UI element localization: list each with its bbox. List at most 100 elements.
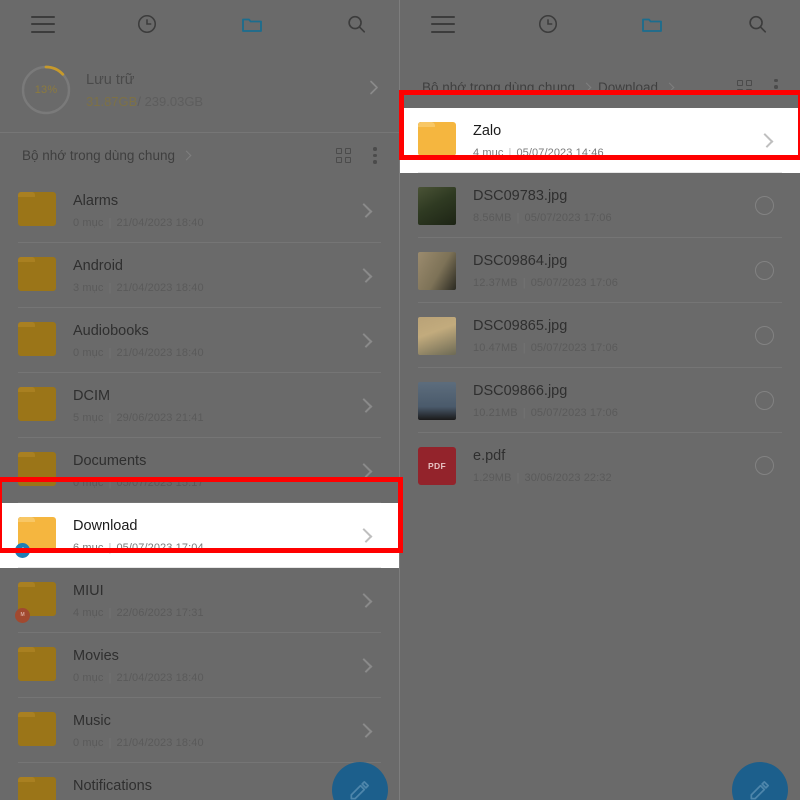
grid-view-icon[interactable] [336,148,351,163]
file-subtitle: 4 mục | 22/06/2023 17:31 [73,607,204,620]
select-checkbox[interactable] [755,196,774,215]
hamburger-icon[interactable] [20,1,66,47]
breadcrumb-item-root[interactable]: Bộ nhớ trong dùng chung [422,80,575,95]
download-badge-icon [15,542,30,558]
list-item[interactable]: DCIM 5 mục | 29/06/2023 21:41 [0,373,399,438]
file-name: DCIM [73,387,111,404]
file-name: e.pdf [473,447,506,464]
storage-text: Lưu trữ 31.87GB/ 239.03GB [86,71,203,110]
chevron-right-icon [357,268,373,283]
item-count: 4 mục [73,607,104,620]
list-item-download[interactable]: Download 6 mục | 05/07/2023 17:04 [0,503,399,568]
file-name: DSC09783.jpg [473,187,568,204]
item-date: 05/07/2023 17:06 [524,212,612,225]
file-name: Music [73,712,111,729]
list-item[interactable]: DSC09865.jpg 10.47MB | 05/07/2023 17:06 [400,303,800,368]
file-name: Android [73,257,123,274]
chevron-right-icon [357,593,373,608]
file-size: 12.37MB [473,277,518,290]
pdf-file-icon: PDF [418,446,456,485]
list-item[interactable]: PDF e.pdf 1.29MB | 30/06/2023 22:32 [400,433,800,498]
chevron-right-icon [357,528,373,543]
item-date: 05/07/2023 17:06 [530,342,618,355]
storage-total-sep: / [137,94,145,110]
list-item[interactable]: M MIUI 4 mục | 22/06/2023 17:31 [0,568,399,633]
list-item-meta: Documents 0 mục | 05/07/2023 15:17 [73,452,359,489]
clock-icon[interactable] [124,1,170,47]
file-name: Audiobooks [73,322,149,339]
file-subtitle: 4 mục | 05/07/2023 14:46 [473,147,604,160]
search-icon[interactable] [734,1,780,47]
select-checkbox[interactable] [755,456,774,475]
list-item-meta: DCIM 5 mục | 29/06/2023 21:41 [73,387,359,424]
folder-icon [18,321,56,360]
file-subtitle: 0 mục | 21/04/2023 18:40 [73,217,204,230]
chevron-right-icon [357,398,373,413]
storage-usage: 31.87GB/ 239.03GB [86,94,203,109]
list-item[interactable]: DSC09864.jpg 12.37MB | 05/07/2023 17:06 [400,238,800,303]
folder-icon[interactable] [629,1,675,47]
item-date: 21/04/2023 18:40 [116,672,204,685]
list-item[interactable]: Audiobooks 0 mục | 21/04/2023 18:40 [0,308,399,373]
clock-icon[interactable] [525,1,571,47]
item-count: 0 mục [73,737,104,750]
folder-icon [18,711,56,750]
overflow-menu-icon[interactable] [774,78,778,96]
file-name: Download [73,517,138,534]
folder-icon [18,256,56,295]
item-date: 05/07/2023 14:46 [516,147,604,160]
select-checkbox[interactable] [755,326,774,345]
list-item[interactable]: Documents 0 mục | 05/07/2023 15:17 [0,438,399,503]
list-item[interactable]: DSC09783.jpg 8.56MB | 05/07/2023 17:06 [400,173,800,238]
list-item-meta: Android 3 mục | 21/04/2023 18:40 [73,257,359,294]
item-count: 0 mục [73,672,104,685]
grid-view-icon[interactable] [737,79,752,95]
item-count: 0 mục [73,477,104,490]
storage-card[interactable]: 13% Lưu trữ 31.87GB/ 239.03GB [0,48,399,133]
item-count: 6 mục [73,542,104,555]
storage-percent: 13% [34,84,58,96]
right-panel: Bộ nhớ trong dùng chung Download Zalo 4 … [400,0,800,800]
chevron-right-icon [758,133,774,148]
file-subtitle: 10.47MB | 05/07/2023 17:06 [473,342,618,355]
list-item-meta: DSC09866.jpg 10.21MB | 05/07/2023 17:06 [473,382,755,419]
search-icon[interactable] [333,1,379,47]
list-item[interactable]: DSC09866.jpg 10.21MB | 05/07/2023 17:06 [400,368,800,433]
folder-icon [18,646,56,685]
file-subtitle: 0 mục | 21/04/2023 18:40 [73,347,204,360]
file-size: 10.21MB [473,407,518,420]
item-date: 30/06/2023 22:32 [524,472,612,485]
file-name: DSC09864.jpg [473,252,568,269]
right-file-list: Zalo 4 mục | 05/07/2023 14:46 DSC09783.jpg… [400,108,800,498]
list-item-meta: Zalo 4 mục | 05/07/2023 14:46 [473,122,760,159]
list-item[interactable]: Music 0 mục | 21/04/2023 18:40 [0,698,399,763]
breadcrumb-item-download[interactable]: Download [598,80,658,95]
file-subtitle: 0 mục | 05/07/2023 15:17 [73,477,204,490]
storage-title: Lưu trữ [86,71,135,88]
list-item[interactable]: Android 3 mục | 21/04/2023 18:40 [0,243,399,308]
breadcrumb-item-root[interactable]: Bộ nhớ trong dùng chung [22,148,175,163]
overflow-menu-icon[interactable] [373,147,377,164]
select-checkbox[interactable] [755,261,774,280]
list-item-meta: MIUI 4 mục | 22/06/2023 17:31 [73,582,359,619]
edit-fab-button[interactable] [732,762,788,800]
hamburger-icon[interactable] [420,1,466,47]
file-subtitle: 3 mục | 21/04/2023 18:40 [73,282,204,295]
select-checkbox[interactable] [755,391,774,410]
list-item-meta: DSC09865.jpg 10.47MB | 05/07/2023 17:06 [473,317,755,354]
chevron-right-icon [357,723,373,738]
left-file-list: Alarms 0 mục | 21/04/2023 18:40 Android 3 … [0,178,399,800]
list-item-zalo[interactable]: Zalo 4 mục | 05/07/2023 14:46 [400,108,800,173]
list-item-meta: Music 0 mục | 21/04/2023 18:40 [73,712,359,749]
file-name: Notifications [73,777,152,794]
list-item[interactable]: Alarms 0 mục | 21/04/2023 18:40 [0,178,399,243]
file-subtitle: 6 mục | 05/07/2023 17:04 [73,542,204,555]
item-date: 21/04/2023 18:40 [116,282,204,295]
storage-total: 239.03GB [144,94,204,110]
list-item-meta: e.pdf 1.29MB | 30/06/2023 22:32 [473,447,755,484]
file-name: Zalo [473,122,502,139]
folder-icon[interactable] [229,1,275,47]
image-thumbnail [418,186,456,225]
list-item[interactable]: Movies 0 mục | 21/04/2023 18:40 [0,633,399,698]
file-subtitle: 8.56MB | 05/07/2023 17:06 [473,212,612,225]
